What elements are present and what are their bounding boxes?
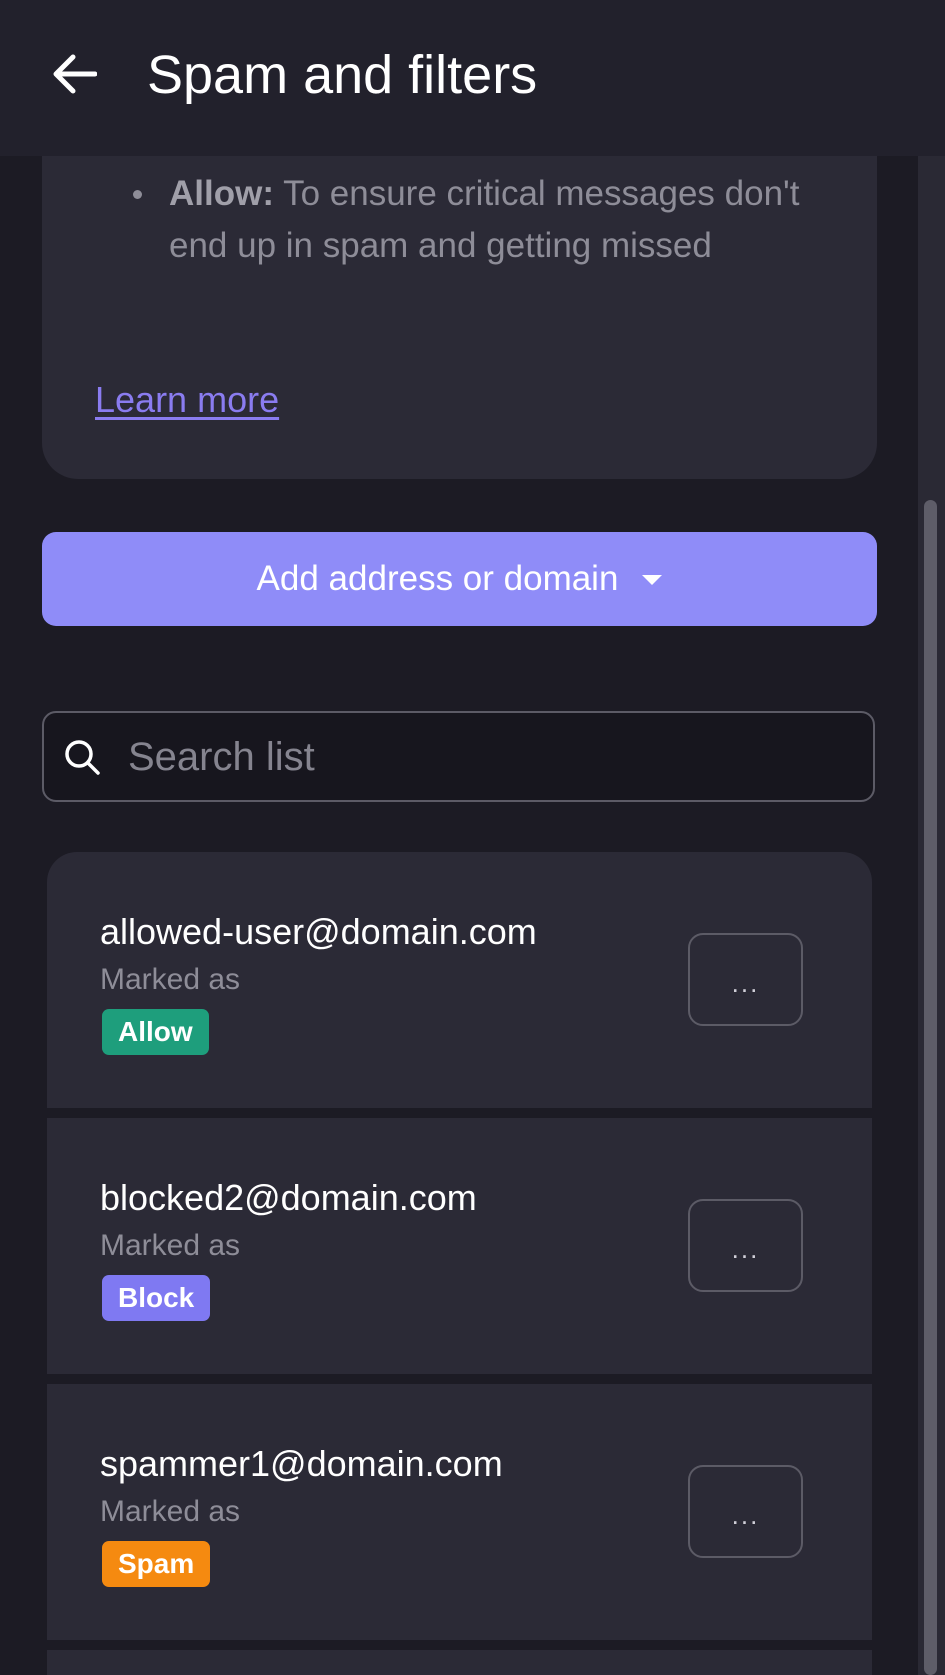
allow-bullet-text: Allow: To ensure critical messages don't… [169, 168, 809, 272]
more-dots-icon: ... [731, 1234, 760, 1264]
search-input[interactable] [128, 723, 828, 791]
search-box[interactable] [42, 711, 875, 802]
more-options-button[interactable]: ... [688, 1199, 803, 1292]
list-item-address: blocked2@domain.com [100, 1177, 477, 1218]
arrow-left-icon [53, 54, 97, 94]
list-item-address: spammer1@domain.com [100, 1443, 503, 1484]
more-options-button[interactable]: ... [688, 1465, 803, 1558]
bullet-dot [133, 190, 142, 199]
more-options-button[interactable]: ... [688, 933, 803, 1026]
more-dots-icon: ... [731, 968, 760, 998]
more-dots-icon: ... [731, 1500, 760, 1530]
filter-list: allowed-user@domain.com Marked as Allow … [47, 852, 872, 1675]
scrollbar-thumb[interactable] [924, 500, 937, 1675]
status-badge-allow: Allow [102, 1009, 209, 1055]
list-item[interactable]: allowed-user@domain.com Marked as Allow … [47, 852, 872, 1108]
back-button[interactable] [44, 44, 104, 104]
status-badge-block: Block [102, 1275, 211, 1321]
list-item-partial[interactable] [47, 1650, 872, 1675]
allow-term: Allow: [169, 174, 274, 213]
page-title: Spam and filters [147, 45, 538, 105]
list-item[interactable]: blocked2@domain.com Marked as Block ... [47, 1118, 872, 1374]
screen: Allow: To ensure critical messages don't… [0, 0, 945, 1675]
add-address-or-domain-button[interactable]: Add address or domain [42, 532, 877, 626]
learn-more-link[interactable]: Learn more [95, 377, 279, 423]
top-app-bar: Spam and filters [0, 0, 945, 156]
search-icon [65, 740, 100, 775]
status-badge-spam: Spam [102, 1541, 211, 1587]
caret-down-icon [642, 575, 663, 585]
list-item[interactable]: spammer1@domain.com Marked as Spam ... [47, 1384, 872, 1640]
list-item-marked-label: Marked as [100, 963, 241, 996]
add-button-label: Add address or domain [256, 559, 619, 598]
list-item-address: allowed-user@domain.com [100, 911, 537, 952]
list-item-marked-label: Marked as [100, 1229, 241, 1262]
list-item-marked-label: Marked as [100, 1495, 241, 1528]
